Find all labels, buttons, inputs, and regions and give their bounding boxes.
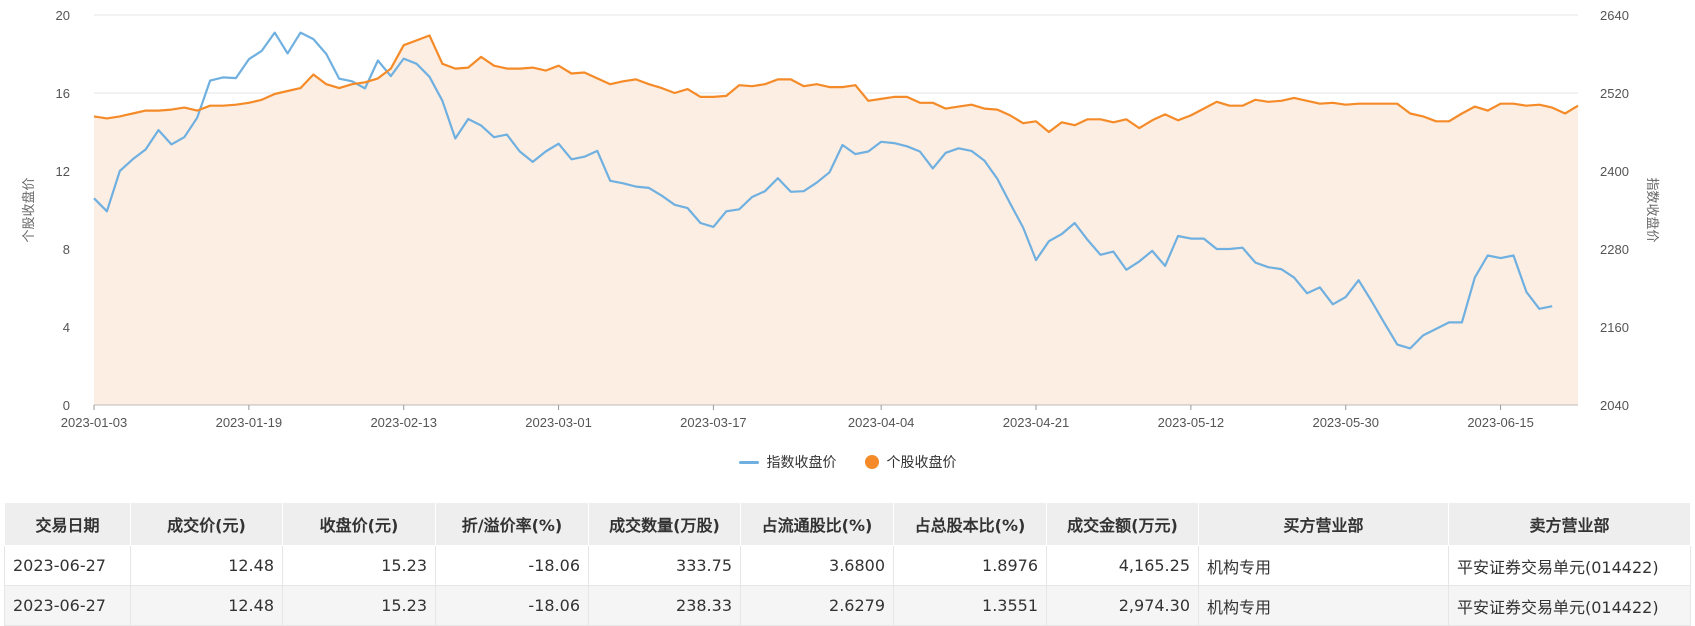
left-axis-title: 个股收盘价	[21, 177, 37, 242]
cell-premium-rate: -18.06	[435, 585, 589, 626]
x-tick-label: 2023-04-04	[848, 415, 915, 430]
table-row[interactable]: 2023-06-27 12.48 15.23 -18.06 238.33 2.6…	[4, 585, 1691, 626]
right-tick-label: 2640	[1600, 8, 1629, 23]
left-tick-label: 12	[56, 164, 70, 179]
x-tick-label: 2023-03-17	[680, 415, 747, 430]
header-total-ratio[interactable]: 占总股本比(%)	[893, 502, 1047, 546]
x-axis-ticks: 2023-01-03 2023-01-19 2023-02-13 2023-03-01…	[61, 404, 1578, 430]
left-tick-label: 8	[63, 242, 70, 257]
cell-seller[interactable]: 平安证券交易单元(014422)	[1448, 545, 1691, 586]
table-header-row: 交易日期 成交价(元) 收盘价(元) 折/溢价率(%) 成交数量(万股) 占流通…	[4, 502, 1691, 546]
x-tick-label: 2023-01-03	[61, 415, 128, 430]
x-tick-label: 2023-06-15	[1467, 415, 1534, 430]
left-tick-label: 0	[63, 398, 70, 413]
legend-label-index: 指数收盘价	[766, 455, 837, 471]
right-tick-label: 2160	[1600, 320, 1629, 335]
cell-volume: 333.75	[588, 545, 741, 586]
cell-volume: 238.33	[588, 585, 741, 626]
header-seller[interactable]: 卖方营业部	[1448, 502, 1691, 546]
x-tick-label: 2023-01-19	[216, 415, 283, 430]
header-buyer[interactable]: 买方营业部	[1198, 502, 1449, 546]
right-tick-label: 2280	[1600, 242, 1629, 257]
cell-total-ratio: 1.3551	[893, 585, 1047, 626]
cell-amount: 2,974.30	[1046, 585, 1199, 626]
left-tick-label: 16	[56, 86, 70, 101]
cell-float-ratio: 3.6800	[740, 545, 894, 586]
right-y-ticks: 2040 2160 2280 2400 2520 2640	[1600, 8, 1629, 413]
x-tick-label: 2023-05-30	[1312, 415, 1379, 430]
cell-close-price: 15.23	[282, 545, 436, 586]
cell-buyer[interactable]: 机构专用	[1198, 545, 1449, 586]
legend-label-stock: 个股收盘价	[886, 455, 957, 471]
header-amount[interactable]: 成交金额(万元)	[1046, 502, 1199, 546]
header-close-price[interactable]: 收盘价(元)	[282, 502, 436, 546]
cell-trade-date: 2023-06-27	[4, 545, 131, 586]
left-tick-label: 20	[56, 8, 70, 23]
x-tick-label: 2023-02-13	[370, 415, 437, 430]
cell-amount: 4,165.25	[1046, 545, 1199, 586]
cell-close-price: 15.23	[282, 585, 436, 626]
x-tick-label: 2023-04-21	[1003, 415, 1070, 430]
header-trade-price[interactable]: 成交价(元)	[130, 502, 283, 546]
cell-trade-price: 12.48	[130, 545, 283, 586]
header-premium-rate[interactable]: 折/溢价率(%)	[435, 502, 589, 546]
right-tick-label: 2520	[1600, 86, 1629, 101]
cell-buyer[interactable]: 机构专用	[1198, 585, 1449, 626]
cell-total-ratio: 1.8976	[893, 545, 1047, 586]
right-tick-label: 2400	[1600, 164, 1629, 179]
legend-item-stock[interactable]: 个股收盘价	[864, 452, 957, 472]
left-tick-label: 4	[63, 320, 70, 335]
stock-price-area	[94, 35, 1578, 405]
table-row[interactable]: 2023-06-27 12.48 15.23 -18.06 333.75 3.6…	[4, 545, 1691, 586]
legend-item-index[interactable]: 指数收盘价	[738, 452, 837, 472]
header-volume[interactable]: 成交数量(万股)	[588, 502, 741, 546]
chart-legend: 指数收盘价 个股收盘价	[0, 452, 1695, 472]
cell-trade-date: 2023-06-27	[4, 585, 131, 626]
x-tick-label: 2023-05-12	[1158, 415, 1225, 430]
header-float-ratio[interactable]: 占流通股比(%)	[740, 502, 894, 546]
header-trade-date[interactable]: 交易日期	[4, 502, 131, 546]
cell-trade-price: 12.48	[130, 585, 283, 626]
cell-seller[interactable]: 平安证券交易单元(014422)	[1448, 585, 1691, 626]
cell-float-ratio: 2.6279	[740, 585, 894, 626]
cell-premium-rate: -18.06	[435, 545, 589, 586]
x-tick-label: 2023-03-01	[525, 415, 592, 430]
legend-dot-swatch	[864, 455, 879, 469]
block-trade-table: 交易日期 成交价(元) 收盘价(元) 折/溢价率(%) 成交数量(万股) 占流通…	[4, 502, 1691, 626]
right-tick-label: 2040	[1600, 398, 1629, 413]
legend-line-swatch	[738, 460, 759, 464]
dual-axis-line-chart: 0 4 8 12 16 20 2040 2160 2280 2400 2520 2640 2023-…	[21, 8, 1660, 430]
right-axis-title: 指数收盘价	[1644, 177, 1660, 242]
left-y-ticks: 0 4 8 12 16 20	[56, 8, 70, 413]
